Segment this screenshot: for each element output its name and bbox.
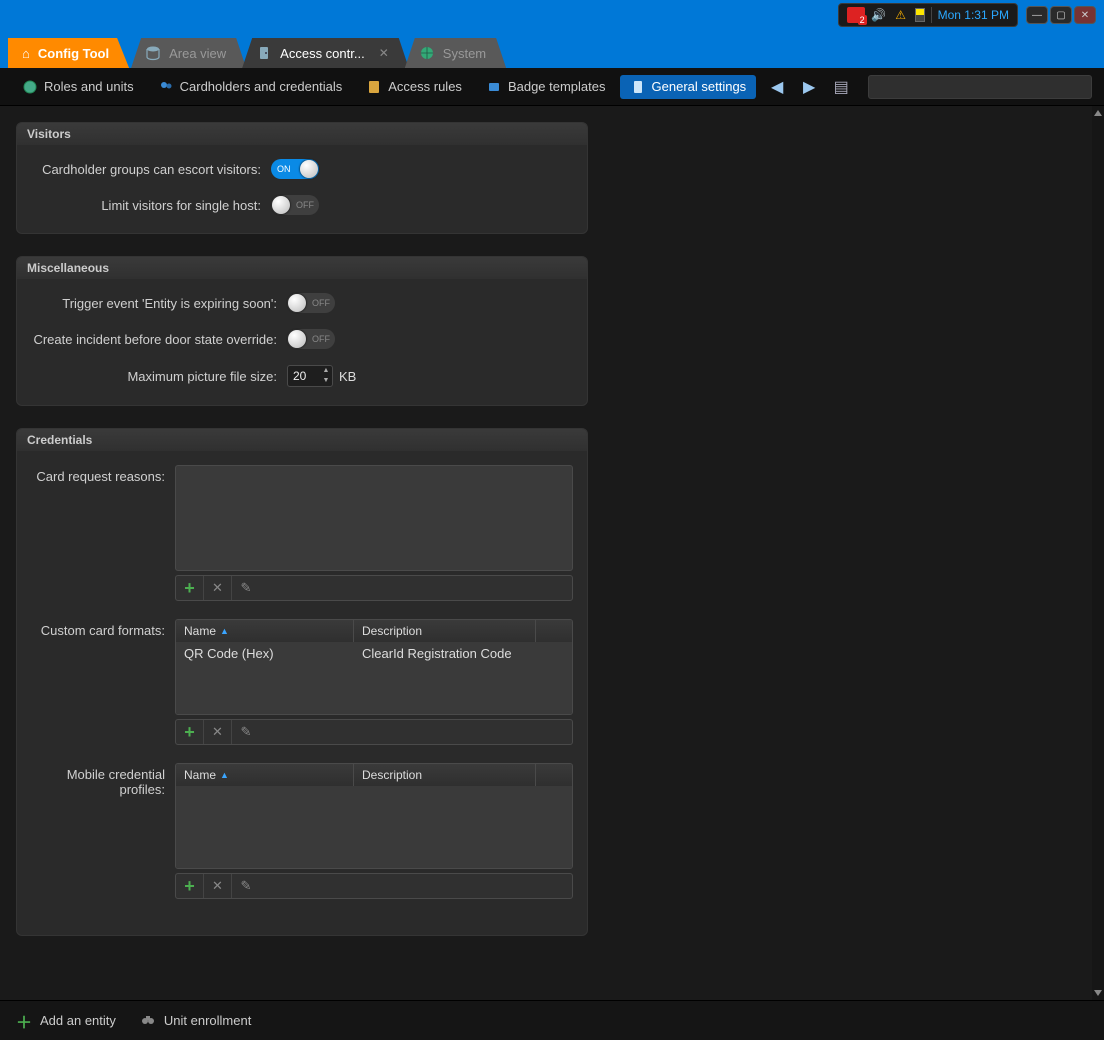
search-input[interactable] xyxy=(868,75,1092,99)
tab-area-view[interactable]: Area view xyxy=(131,38,246,68)
add-entity-button[interactable]: ＋ Add an entity xyxy=(16,1009,116,1033)
scrollbar[interactable] xyxy=(1092,106,1104,1000)
close-button[interactable]: ✕ xyxy=(1074,6,1096,24)
reasons-edit-button[interactable]: ✎ xyxy=(232,576,260,600)
sort-asc-icon: ▲ xyxy=(220,770,229,780)
subnav-badge[interactable]: Badge templates xyxy=(476,75,616,99)
badge-icon xyxy=(486,79,502,95)
alert-icon[interactable] xyxy=(847,7,865,23)
reasons-label: Card request reasons: xyxy=(31,465,175,484)
nav-back-button[interactable]: ◀ xyxy=(766,76,788,98)
home-icon: ⌂ xyxy=(22,46,30,61)
battery-icon xyxy=(915,8,925,22)
formats-edit-button[interactable]: ✎ xyxy=(232,720,260,744)
unit-enrollment-button[interactable]: Unit enrollment xyxy=(140,1011,251,1030)
tab-system[interactable]: System xyxy=(405,38,506,68)
panel-visitors: Visitors Cardholder groups can escort vi… xyxy=(16,122,588,234)
nav-forward-button[interactable]: ▶ xyxy=(798,76,820,98)
sort-asc-icon: ▲ xyxy=(220,626,229,636)
tab-config-tool[interactable]: ⌂ Config Tool xyxy=(8,38,129,68)
nav-grid-icon[interactable]: ▤ xyxy=(830,76,852,98)
profiles-label: Mobile credential profiles: xyxy=(31,763,175,797)
clock: Mon 1:31 PM xyxy=(938,8,1009,22)
escort-toggle[interactable]: ON xyxy=(271,159,319,179)
system-tray: 🔊 ⚠ Mon 1:31 PM xyxy=(838,3,1018,27)
escort-label: Cardholder groups can escort visitors: xyxy=(31,162,271,177)
reasons-add-button[interactable]: + xyxy=(176,576,204,600)
panel-header: Visitors xyxy=(17,123,587,145)
reasons-delete-button[interactable]: ✕ xyxy=(204,576,232,600)
profiles-delete-button[interactable]: ✕ xyxy=(204,874,232,898)
tab-access-control[interactable]: Access contr... ✕ xyxy=(242,38,409,68)
trigger-toggle[interactable]: OFF xyxy=(287,293,335,313)
trigger-label: Trigger event 'Entity is expiring soon': xyxy=(31,296,287,311)
profiles-add-button[interactable]: + xyxy=(176,874,204,898)
pic-size-label: Maximum picture file size: xyxy=(31,369,287,384)
limit-label: Limit visitors for single host: xyxy=(31,198,271,213)
panel-header: Miscellaneous xyxy=(17,257,587,279)
maximize-button[interactable]: ▢ xyxy=(1050,6,1072,24)
formats-delete-button[interactable]: ✕ xyxy=(204,720,232,744)
panel-misc: Miscellaneous Trigger event 'Entity is e… xyxy=(16,256,588,406)
minimize-button[interactable]: — xyxy=(1026,6,1048,24)
door-icon xyxy=(256,45,272,61)
rules-icon xyxy=(366,79,382,95)
globe-icon xyxy=(419,45,435,61)
warning-icon[interactable]: ⚠ xyxy=(893,7,909,23)
database-icon xyxy=(145,45,161,61)
subnav-general[interactable]: General settings xyxy=(620,75,757,99)
volume-icon[interactable]: 🔊 xyxy=(871,7,887,23)
binoculars-icon xyxy=(140,1011,156,1030)
subnav-roles[interactable]: Roles and units xyxy=(12,75,144,99)
formats-label: Custom card formats: xyxy=(31,619,175,638)
grid-row[interactable]: QR Code (Hex) ClearId Registration Code xyxy=(176,642,572,665)
subnav-cardholders[interactable]: Cardholders and credentials xyxy=(148,75,353,99)
tab-close-icon[interactable]: ✕ xyxy=(379,46,389,60)
panel-header: Credentials xyxy=(17,429,587,451)
spin-down[interactable]: ▼ xyxy=(321,376,331,386)
incident-label: Create incident before door state overri… xyxy=(31,332,287,347)
formats-grid[interactable]: Name▲ Description QR Code (Hex) ClearId … xyxy=(175,619,573,715)
settings-door-icon xyxy=(630,79,646,95)
subnav-rules[interactable]: Access rules xyxy=(356,75,472,99)
spin-up[interactable]: ▲ xyxy=(321,366,331,376)
panel-credentials: Credentials Card request reasons: + ✕ ✎ xyxy=(16,428,588,936)
plus-icon: ＋ xyxy=(16,1009,32,1033)
incident-toggle[interactable]: OFF xyxy=(287,329,335,349)
limit-toggle[interactable]: OFF xyxy=(271,195,319,215)
reasons-listbox[interactable] xyxy=(175,465,573,571)
profiles-grid[interactable]: Name▲ Description xyxy=(175,763,573,869)
people-icon xyxy=(158,79,174,95)
profiles-edit-button[interactable]: ✎ xyxy=(232,874,260,898)
pic-size-unit: KB xyxy=(339,369,356,384)
formats-add-button[interactable]: + xyxy=(176,720,204,744)
roles-icon xyxy=(22,79,38,95)
